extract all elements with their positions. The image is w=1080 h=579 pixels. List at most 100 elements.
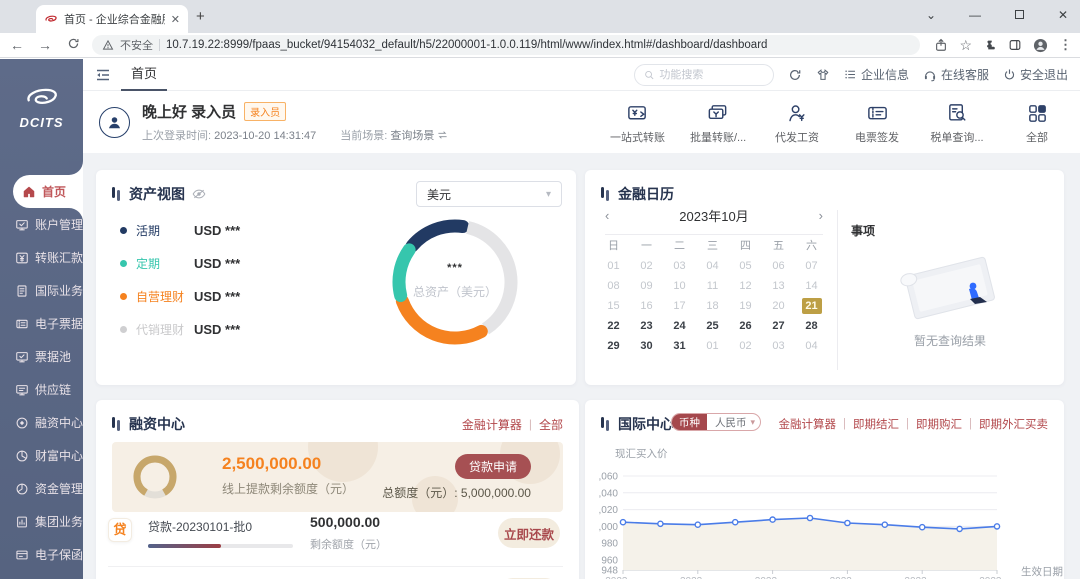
calendar-day[interactable]: 17 (663, 296, 696, 316)
international-center-card: 国际中心 金融计算器|即期结汇|即期购汇|即期外汇买卖 币种 人民币▾ 现汇买入… (585, 400, 1064, 579)
loan-apply-button[interactable]: 贷款申请 (455, 454, 531, 479)
sidebar-item-3[interactable]: 国际业务 (0, 274, 83, 307)
browser-tab-strip: 首页 - 企业综合金融服务平台 ✕ + ⌄ — ✕ (0, 0, 1080, 33)
calendar-day[interactable]: 24 (663, 316, 696, 336)
calendar-day[interactable]: 31 (663, 336, 696, 356)
calendar-day[interactable]: 15 (597, 296, 630, 316)
calendar-day[interactable]: 05 (729, 256, 762, 276)
window-minimize-button[interactable]: — (958, 0, 992, 33)
sidebar-item-10[interactable]: 集团业务 (0, 505, 83, 538)
window-maximize-button[interactable] (1002, 0, 1036, 33)
card-link[interactable]: 即期购汇 (916, 416, 962, 432)
calendar-day[interactable]: 02 (630, 256, 663, 276)
calendar-day[interactable]: 06 (762, 256, 795, 276)
calendar-day[interactable]: 03 (762, 336, 795, 356)
calendar-day[interactable]: 28 (795, 316, 828, 336)
empty-state-illustration (885, 248, 1015, 333)
calendar-day[interactable]: 14 (795, 276, 828, 296)
currency-select[interactable]: 美元 ▾ (416, 181, 562, 207)
search-input[interactable] (659, 69, 764, 81)
window-menu-icon[interactable]: ⌄ (914, 0, 948, 33)
calendar-day-selected[interactable]: 21 (795, 296, 828, 316)
tab-home[interactable]: 首页 (125, 59, 163, 91)
sidebar-item-4[interactable]: 电子票据 (0, 307, 83, 340)
user-avatar[interactable] (99, 107, 130, 138)
sidebar-item-11[interactable]: 电子保函 (0, 538, 83, 571)
quick-action-1[interactable]: 批量转账/... (690, 99, 744, 145)
sidebar-item-8[interactable]: 财富中心 (0, 439, 83, 472)
calendar-day[interactable]: 01 (696, 336, 729, 356)
calendar-day[interactable]: 23 (630, 316, 663, 336)
eye-off-icon[interactable] (192, 188, 206, 200)
empty-state-text: 暂无查询结果 (885, 332, 1015, 349)
calendar-next-icon[interactable]: › (807, 208, 823, 223)
new-tab-button[interactable]: + (196, 8, 205, 25)
function-search[interactable] (634, 64, 774, 86)
url-omnibox[interactable]: 不安全 10.7.19.22:8999/fpaas_bucket/9415403… (92, 35, 920, 55)
refresh-button[interactable] (788, 68, 802, 82)
extensions-icon[interactable] (983, 38, 997, 52)
calendar-day[interactable]: 04 (795, 336, 828, 356)
online-service-link[interactable]: 在线客服 (923, 66, 989, 83)
tab-close-icon[interactable]: ✕ (171, 13, 180, 26)
calendar-day[interactable]: 22 (597, 316, 630, 336)
calendar-day[interactable]: 16 (630, 296, 663, 316)
theme-skin-icon[interactable] (816, 68, 830, 82)
quick-action-4[interactable]: 税单查询... (930, 99, 984, 145)
calendar-day[interactable]: 01 (597, 256, 630, 276)
reload-icon[interactable] (64, 37, 82, 53)
calendar-day[interactable]: 11 (696, 276, 729, 296)
calendar-day[interactable]: 27 (762, 316, 795, 336)
bookmark-star-icon[interactable]: ☆ (959, 37, 972, 54)
calendar-day[interactable]: 26 (729, 316, 762, 336)
calendar-day[interactable]: 10 (663, 276, 696, 296)
card-link[interactable]: 即期结汇 (853, 416, 899, 432)
browser-menu-icon[interactable]: ⋮ (1059, 37, 1072, 53)
menu-fold-icon[interactable] (95, 67, 111, 83)
enterprise-info-link[interactable]: 企业信息 (844, 66, 909, 83)
quick-action-0[interactable]: 一站式转账 (610, 99, 664, 145)
sidebar-item-5[interactable]: 票据池 (0, 340, 83, 373)
card-link[interactable]: 全部 (539, 416, 563, 433)
calendar-day[interactable]: 12 (729, 276, 762, 296)
card-link[interactable]: 金融计算器 (779, 416, 837, 432)
sidebar-item-0[interactable]: 首页 (13, 175, 83, 208)
side-panel-icon[interactable] (1008, 38, 1022, 52)
sidebar-item-9[interactable]: 资金管理 (0, 472, 83, 505)
window-close-button[interactable]: ✕ (1046, 0, 1080, 33)
card-link[interactable]: 金融计算器 (462, 416, 522, 433)
logout-link[interactable]: 安全退出 (1003, 66, 1068, 83)
sidebar-item-2[interactable]: 转账汇款 (0, 241, 83, 274)
sidebar-item-1[interactable]: 账户管理 (0, 208, 83, 241)
calendar-day[interactable]: 25 (696, 316, 729, 336)
profile-avatar-icon[interactable] (1033, 38, 1048, 53)
scene-switch-icon[interactable] (437, 130, 448, 140)
sidebar-item-label: 融资中心 (35, 414, 83, 431)
calendar-day[interactable]: 03 (663, 256, 696, 276)
calendar-day[interactable]: 09 (630, 276, 663, 296)
calendar-day[interactable]: 13 (762, 276, 795, 296)
calendar-day[interactable]: 08 (597, 276, 630, 296)
sidebar-item-7[interactable]: 融资中心 (0, 406, 83, 439)
forward-icon[interactable]: → (36, 37, 54, 53)
quick-action-5[interactable]: 全部 (1010, 99, 1064, 145)
browser-tab[interactable]: 首页 - 企业综合金融服务平台 ✕ (36, 5, 188, 33)
calendar-day[interactable]: 18 (696, 296, 729, 316)
calendar-weekday: 四 (729, 236, 762, 256)
calendar-day[interactable]: 07 (795, 256, 828, 276)
calendar-day[interactable]: 29 (597, 336, 630, 356)
share-icon[interactable] (934, 38, 948, 52)
sidebar-item-6[interactable]: 供应链 (0, 373, 83, 406)
calendar-day[interactable]: 30 (630, 336, 663, 356)
calendar-day[interactable]: 19 (729, 296, 762, 316)
calendar-day[interactable]: 02 (729, 336, 762, 356)
calendar-day[interactable]: 04 (696, 256, 729, 276)
quick-action-2[interactable]: 代发工资 (770, 99, 824, 145)
calendar-day[interactable]: 20 (762, 296, 795, 316)
card-link[interactable]: 即期外汇买卖 (979, 416, 1048, 432)
calendar-prev-icon[interactable]: ‹ (605, 208, 621, 223)
currency-type-select[interactable]: 币种 人民币▾ (671, 413, 761, 431)
repay-now-button[interactable]: 立即还款 (498, 518, 560, 548)
back-icon[interactable]: ← (8, 37, 26, 53)
quick-action-3[interactable]: 电票签发 (850, 99, 904, 145)
